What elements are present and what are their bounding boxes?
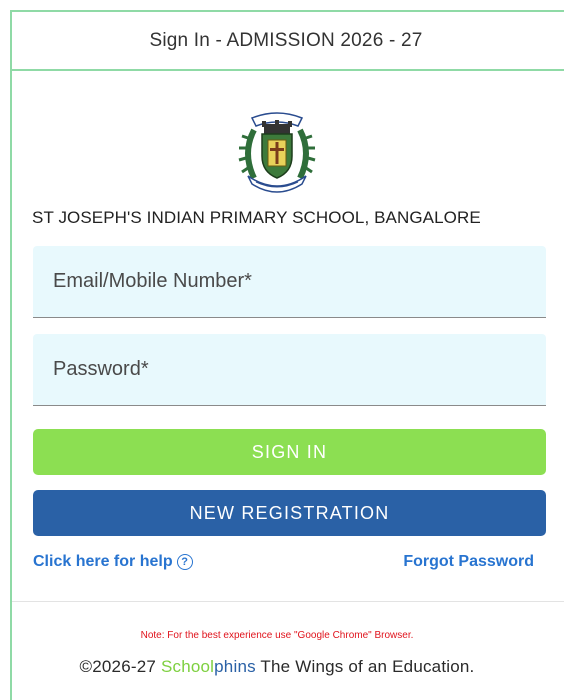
sign-in-button[interactable]: SIGN IN: [33, 429, 546, 475]
school-name: ST JOSEPH'S INDIAN PRIMARY SCHOOL, BANGA…: [32, 208, 481, 227]
school-crest-icon: [238, 112, 316, 193]
footer-copyright: ©2026-27 Schoolphins The Wings of an Edu…: [12, 657, 542, 677]
help-link[interactable]: Click here for help ?: [33, 553, 193, 571]
logo-container: [12, 108, 542, 196]
brand-school: School: [160, 657, 215, 676]
question-circle-icon: ?: [176, 554, 193, 570]
footer-tagline: The Wings of an Education.: [260, 657, 475, 676]
browser-note: Note: For the best experience use "Googl…: [140, 630, 414, 641]
copyright-year: ©2026-27: [79, 657, 157, 676]
card-header: Sign In - ADMISSION 2026 - 27: [12, 12, 564, 71]
email-input[interactable]: [33, 246, 546, 317]
footer-divider: [12, 601, 564, 602]
page-title: Sign In - ADMISSION 2026 - 27: [149, 29, 423, 51]
login-card: Sign In - ADMISSION 2026 - 27 ST JOSEPH'…: [10, 10, 564, 700]
password-field-container: [33, 334, 546, 406]
brand-phins: phins: [214, 657, 256, 676]
new-registration-button[interactable]: NEW REGISTRATION: [33, 490, 546, 536]
password-input[interactable]: [33, 334, 546, 405]
email-field-container: [33, 246, 546, 318]
forgot-password-link[interactable]: Forgot Password: [403, 553, 534, 571]
help-link-label: Click here for help: [33, 553, 173, 570]
